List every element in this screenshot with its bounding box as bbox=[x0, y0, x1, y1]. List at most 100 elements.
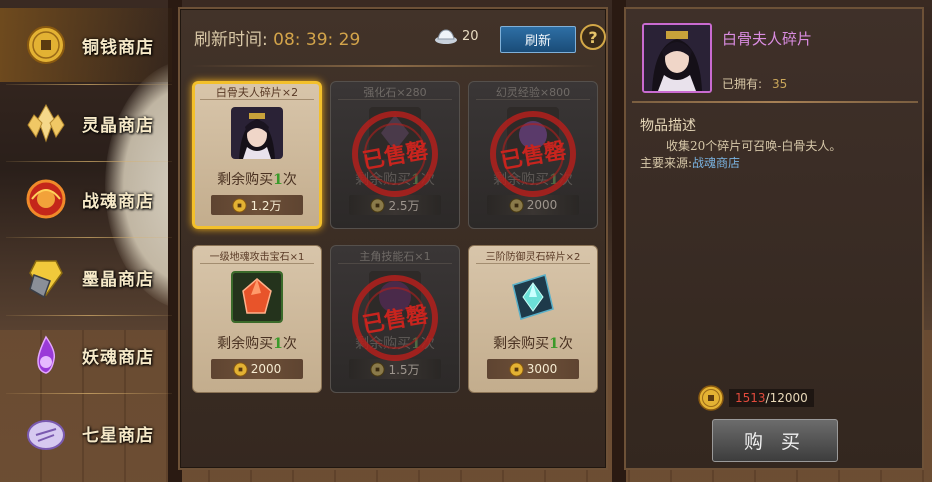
item-price: 1.5万 bbox=[388, 362, 420, 377]
owned-value: 35 bbox=[772, 77, 788, 91]
currency-need: 12000 bbox=[769, 391, 808, 405]
sidebar-item-spirit-crystal-shop[interactable]: 灵晶商店 bbox=[0, 86, 172, 160]
item-price: 1.2万 bbox=[250, 198, 282, 213]
item-detail-panel: 白骨夫人碎片 已拥有: 35 物品描述 收集20个碎片可召唤-白骨夫人。 主要来源… bbox=[624, 7, 924, 470]
remaining-unit: 次 bbox=[420, 336, 435, 352]
copper-coin-icon bbox=[232, 197, 247, 213]
item-title: 幻灵经验×800 bbox=[495, 86, 571, 99]
shop-item-card[interactable]: 一级地魂攻击宝石×1 剩余购买1次 2000 bbox=[192, 245, 322, 393]
price-bar: 1.5万 bbox=[349, 359, 441, 379]
item-price: 2000 bbox=[526, 198, 558, 212]
sidebar-item-label: 墨晶商店 bbox=[82, 269, 154, 290]
remaining-label: 剩余购买 bbox=[217, 172, 274, 188]
description-text: 收集20个碎片可召唤-白骨夫人。 bbox=[666, 139, 842, 153]
seven-star-icon bbox=[22, 409, 70, 457]
detail-item-name: 白骨夫人碎片 bbox=[722, 30, 813, 48]
remaining-purchases: 剩余购买1次 bbox=[468, 169, 598, 189]
demon-soul-icon bbox=[22, 331, 70, 379]
remaining-count: 1 bbox=[411, 172, 421, 188]
item-title: 强化石×280 bbox=[363, 86, 427, 99]
shop-sidebar: 铜钱商店 灵晶商店 战魂商店 墨晶商店 妖魂商店 七星商店 bbox=[0, 0, 178, 482]
remaining-label: 剩余购买 bbox=[217, 336, 274, 352]
item-source: 主要来源:战魂商店 bbox=[640, 154, 740, 171]
source-value: 战魂商店 bbox=[692, 156, 741, 170]
owned-count: 已拥有: 35 bbox=[722, 75, 787, 92]
ink-crystal-icon bbox=[22, 253, 70, 301]
currency-display: 1513 / 12000 bbox=[698, 385, 848, 411]
remaining-purchases: 剩余购买1次 bbox=[330, 169, 460, 189]
remaining-label: 剩余购买 bbox=[493, 336, 550, 352]
shop-header: 刷新时间: 08: 39: 29 20 刷新 ? bbox=[194, 23, 606, 53]
shop-item-card[interactable]: 白骨夫人碎片×2 剩余购买1次 1.2万 bbox=[192, 81, 322, 229]
remaining-unit: 次 bbox=[282, 172, 297, 188]
copper-coin-icon bbox=[509, 361, 524, 377]
buy-button[interactable]: 购 买 bbox=[712, 419, 838, 462]
refresh-time-value: 08: 39: 29 bbox=[273, 30, 361, 50]
sidebar-item-copper-shop[interactable]: 铜钱商店 bbox=[0, 8, 172, 82]
sidebar-divider bbox=[6, 393, 172, 394]
price-bar: 2000 bbox=[211, 359, 303, 379]
remaining-unit: 次 bbox=[558, 336, 573, 352]
sidebar-item-demon-soul-shop[interactable]: 妖魂商店 bbox=[0, 318, 172, 392]
description-title: 物品描述 bbox=[640, 118, 696, 134]
item-price: 3000 bbox=[526, 362, 558, 376]
remaining-purchases: 剩余购买1次 bbox=[192, 333, 322, 353]
item-title: 主角技能石×1 bbox=[359, 250, 431, 263]
cyan-crystal-icon bbox=[507, 271, 559, 323]
title-underline bbox=[338, 263, 452, 264]
shop-item-card[interactable]: 主角技能石×1 剩余购买1次 1.5万 已售罄 bbox=[330, 245, 460, 393]
sidebar-item-war-soul-shop[interactable]: 战魂商店 bbox=[0, 162, 172, 236]
remaining-purchases: 剩余购买1次 bbox=[192, 169, 322, 189]
sidebar-item-label: 七星商店 bbox=[82, 425, 154, 446]
sidebar-item-seven-star-shop[interactable]: 七星商店 bbox=[0, 396, 172, 470]
silver-ingot-icon bbox=[435, 29, 457, 44]
war-soul-icon bbox=[22, 175, 70, 223]
remaining-count: 1 bbox=[273, 336, 283, 352]
remaining-purchases: 剩余购买1次 bbox=[468, 333, 598, 353]
title-underline bbox=[476, 263, 590, 264]
title-underline bbox=[200, 99, 314, 100]
sidebar-divider bbox=[6, 237, 172, 238]
sidebar-divider bbox=[6, 315, 172, 316]
item-portrait-icon bbox=[642, 23, 712, 93]
silver-count: 20 bbox=[462, 29, 479, 44]
source-label: 主要来源: bbox=[640, 156, 693, 170]
spirit-exp-icon bbox=[507, 107, 559, 159]
price-bar: 3000 bbox=[487, 359, 579, 379]
owned-label: 已拥有: bbox=[722, 77, 763, 91]
remaining-unit: 次 bbox=[282, 336, 297, 352]
shop-panel: 刷新时间: 08: 39: 29 20 刷新 ? 白骨夫人碎片×2 剩余购买1次… bbox=[178, 7, 608, 470]
skill-stone-icon bbox=[369, 271, 421, 323]
remaining-count: 1 bbox=[549, 172, 559, 188]
sidebar-item-label: 妖魂商店 bbox=[82, 347, 154, 368]
price-bar: 1.2万 bbox=[211, 195, 303, 215]
remaining-unit: 次 bbox=[420, 172, 435, 188]
detail-divider bbox=[632, 101, 918, 103]
remaining-count: 1 bbox=[411, 336, 421, 352]
help-button[interactable]: ? bbox=[580, 24, 606, 50]
sidebar-divider bbox=[6, 84, 172, 85]
refresh-time: 刷新时间: 08: 39: 29 bbox=[194, 25, 360, 50]
sidebar-item-ink-crystal-shop[interactable]: 墨晶商店 bbox=[0, 240, 172, 314]
copper-coin-icon bbox=[22, 21, 70, 69]
currency-bar: 1513 / 12000 bbox=[729, 389, 814, 407]
item-price: 2.5万 bbox=[388, 198, 420, 213]
item-title: 三阶防御灵石碎片×2 bbox=[485, 252, 581, 263]
shop-item-card[interactable]: 三阶防御灵石碎片×2 剩余购买1次 3000 bbox=[468, 245, 598, 393]
remaining-purchases: 剩余购买1次 bbox=[330, 333, 460, 353]
lady-portrait-icon bbox=[231, 107, 283, 159]
shop-item-card[interactable]: 幻灵经验×800 剩余购买1次 2000 已售罄 bbox=[468, 81, 598, 229]
remaining-label: 剩余购买 bbox=[493, 172, 550, 188]
copper-coin-icon bbox=[233, 361, 248, 377]
title-underline bbox=[476, 99, 590, 100]
shop-item-card[interactable]: 强化石×280 剩余购买1次 2.5万 已售罄 bbox=[330, 81, 460, 229]
spirit-crystal-icon bbox=[22, 99, 70, 147]
copper-coin-icon bbox=[370, 197, 385, 213]
remaining-label: 剩余购买 bbox=[355, 172, 412, 188]
copper-coin-icon bbox=[370, 361, 385, 377]
remaining-label: 剩余购买 bbox=[355, 336, 412, 352]
title-underline bbox=[200, 263, 314, 264]
item-title: 一级地魂攻击宝石×1 bbox=[209, 252, 305, 263]
refresh-button[interactable]: 刷新 bbox=[500, 26, 576, 53]
item-title: 白骨夫人碎片×2 bbox=[215, 86, 299, 99]
